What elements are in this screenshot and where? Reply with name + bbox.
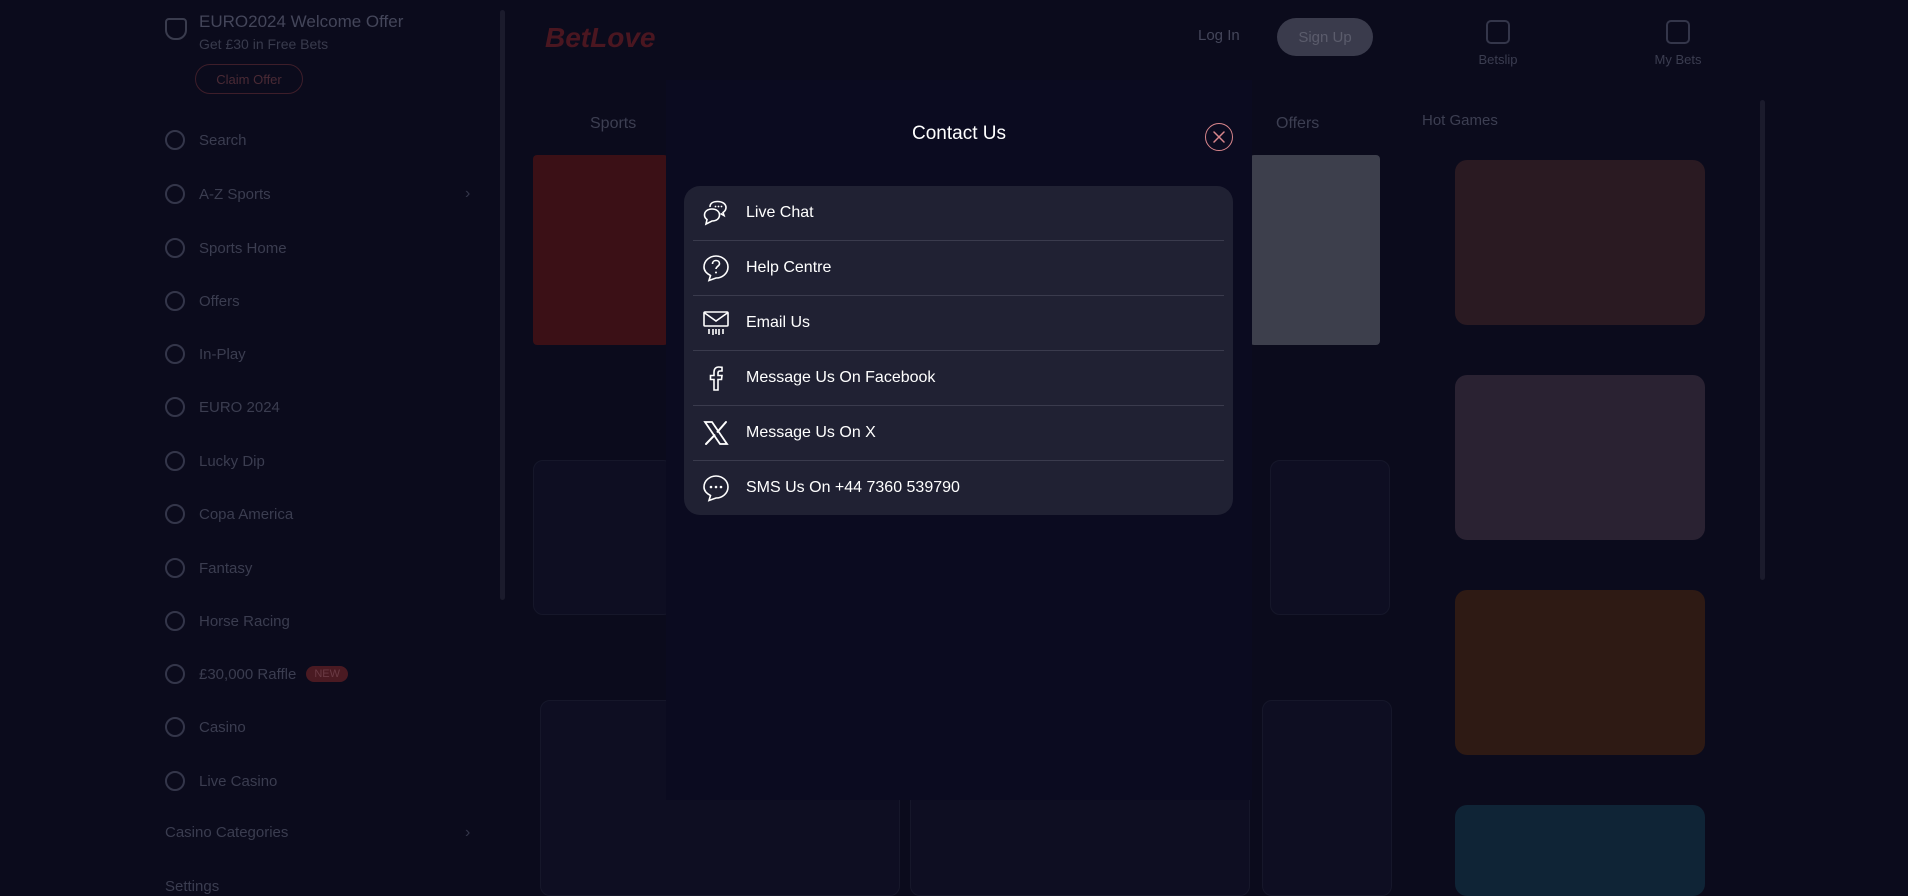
- lucky-dip-icon: [165, 451, 185, 471]
- game-thumbnail[interactable]: [1455, 160, 1705, 325]
- help-icon: [700, 252, 732, 284]
- casino-icon: [165, 717, 185, 737]
- chevron-right-icon: ›: [465, 185, 471, 202]
- contact-option-label: Email Us: [746, 314, 811, 331]
- football-icon: [165, 504, 185, 524]
- sidebar-item-label: Sports Home: [199, 239, 287, 257]
- sidebar-item-casino[interactable]: Casino: [165, 717, 246, 737]
- sidebar-item-label: Horse Racing: [199, 612, 290, 630]
- sidebar-item-label: Lucky Dip: [199, 452, 265, 470]
- bet-builder-card[interactable]: [1262, 700, 1392, 896]
- sidebar-item-euro-2024[interactable]: EURO 2024: [165, 397, 280, 417]
- claim-offer-button[interactable]: Claim Offer: [195, 64, 303, 94]
- contact-option-label: Message Us On Facebook: [746, 369, 936, 386]
- betslip-label: Betslip: [1478, 52, 1518, 67]
- contact-option-label: SMS Us On +44 7360 539790: [746, 479, 960, 496]
- sidebar-item-label: Fantasy: [199, 559, 253, 577]
- sidebar-item-label: EURO 2024: [199, 398, 280, 416]
- my-bets-icon: [1666, 20, 1690, 44]
- match-card[interactable]: [533, 460, 673, 615]
- my-bets-button[interactable]: My Bets: [1648, 20, 1708, 67]
- game-thumbnail[interactable]: [1455, 590, 1705, 755]
- contact-option-facebook[interactable]: Message Us On Facebook: [693, 351, 1224, 406]
- promo-title: EURO2024 Welcome Offer: [199, 12, 404, 31]
- promo-banner-secondary[interactable]: [1250, 155, 1380, 345]
- modal-title: Contact Us: [912, 123, 1006, 144]
- sidebar-item-label: Search: [199, 131, 247, 149]
- contact-option-sms[interactable]: SMS Us On +44 7360 539790: [693, 461, 1224, 515]
- fantasy-icon: [165, 558, 185, 578]
- sms-icon: [700, 472, 732, 504]
- sidebar-item-copa-america[interactable]: Copa America: [165, 504, 293, 524]
- close-icon: [1213, 131, 1225, 143]
- live-chat-icon: [700, 197, 732, 229]
- sidebar-item-in-play[interactable]: In-Play: [165, 344, 246, 364]
- email-icon: [700, 307, 732, 339]
- close-button[interactable]: [1205, 123, 1233, 151]
- login-link[interactable]: Log In: [1198, 27, 1240, 44]
- contact-option-label: Help Centre: [746, 259, 832, 276]
- live-icon: [165, 344, 185, 364]
- contact-option-x[interactable]: Message Us On X: [693, 406, 1224, 461]
- sidebar-item-label: £30,000 Raffle: [199, 665, 297, 683]
- contact-option-help-centre[interactable]: Help Centre: [693, 241, 1224, 296]
- facebook-icon: [700, 362, 732, 394]
- sidebar-item-label: Copa America: [199, 505, 294, 523]
- sidebar-item-live-casino[interactable]: Live Casino: [165, 771, 277, 791]
- trophy-icon: [165, 238, 185, 258]
- x-icon: [700, 417, 732, 449]
- sidebar-item-label: Live Casino: [199, 772, 278, 790]
- sidebar-item-label: Offers: [199, 292, 240, 310]
- chevron-right-icon: ›: [465, 823, 471, 841]
- signup-button[interactable]: Sign Up: [1277, 18, 1373, 56]
- betslip-icon: [1486, 20, 1510, 44]
- tab-sports[interactable]: Sports: [590, 115, 636, 133]
- sidebar-item-search[interactable]: Search: [165, 130, 247, 150]
- football-icon: [165, 397, 185, 417]
- sidebar-item-label: Casino Categories: [165, 824, 289, 841]
- list-icon: [165, 184, 185, 204]
- sidebar-item-label: Settings: [165, 878, 220, 895]
- sidebar-item-sports-home[interactable]: Sports Home: [165, 238, 287, 258]
- contact-options-list: Live Chat Help Centre Email Us Message U…: [684, 186, 1233, 515]
- gift-icon: [165, 291, 185, 311]
- sidebar-item-settings[interactable]: Settings: [165, 878, 219, 895]
- sidebar-scrollbar[interactable]: [500, 10, 505, 600]
- sidebar-item-horse-racing[interactable]: Horse Racing: [165, 611, 290, 631]
- brand-logo[interactable]: BetLove: [545, 22, 655, 54]
- contact-us-modal: Contact Us Live Chat Help Centre Email U…: [666, 80, 1252, 800]
- sidebar-item-offers[interactable]: Offers: [165, 291, 240, 311]
- betslip-button[interactable]: Betslip: [1468, 20, 1528, 67]
- right-panel-scrollbar[interactable]: [1760, 100, 1765, 580]
- horse-icon: [165, 611, 185, 631]
- contact-option-email[interactable]: Email Us: [693, 296, 1224, 351]
- contact-option-label: Live Chat: [746, 204, 814, 221]
- game-thumbnail[interactable]: [1455, 805, 1705, 896]
- promo-banner[interactable]: [533, 155, 668, 345]
- sidebar-item-label: Casino: [199, 718, 246, 736]
- contact-option-live-chat[interactable]: Live Chat: [693, 186, 1224, 241]
- sidebar-item-casino-categories[interactable]: Casino Categories ›: [165, 824, 470, 842]
- sidebar-item-raffle[interactable]: £30,000 Raffle NEW: [165, 664, 348, 684]
- welcome-promo: EURO2024 Welcome Offer Get £30 in Free B…: [165, 12, 403, 52]
- sidebar-item-az-sports[interactable]: A-Z Sports ›: [165, 184, 470, 204]
- sidebar-item-fantasy[interactable]: Fantasy: [165, 558, 252, 578]
- new-badge: NEW: [306, 666, 348, 682]
- match-card[interactable]: [1270, 460, 1390, 615]
- trophy-icon: [165, 18, 187, 40]
- sidebar-item-label: In-Play: [199, 345, 246, 363]
- promo-subtitle: Get £30 in Free Bets: [199, 36, 329, 52]
- contact-option-label: Message Us On X: [746, 424, 876, 441]
- hot-games-title: Hot Games: [1422, 112, 1498, 129]
- raffle-icon: [165, 664, 185, 684]
- sidebar-item-lucky-dip[interactable]: Lucky Dip: [165, 451, 265, 471]
- sidebar-item-label: A-Z Sports: [199, 185, 271, 203]
- live-casino-icon: [165, 771, 185, 791]
- search-icon: [165, 130, 185, 150]
- my-bets-label: My Bets: [1654, 52, 1702, 67]
- tab-offers[interactable]: Offers: [1276, 115, 1319, 133]
- game-thumbnail[interactable]: [1455, 375, 1705, 540]
